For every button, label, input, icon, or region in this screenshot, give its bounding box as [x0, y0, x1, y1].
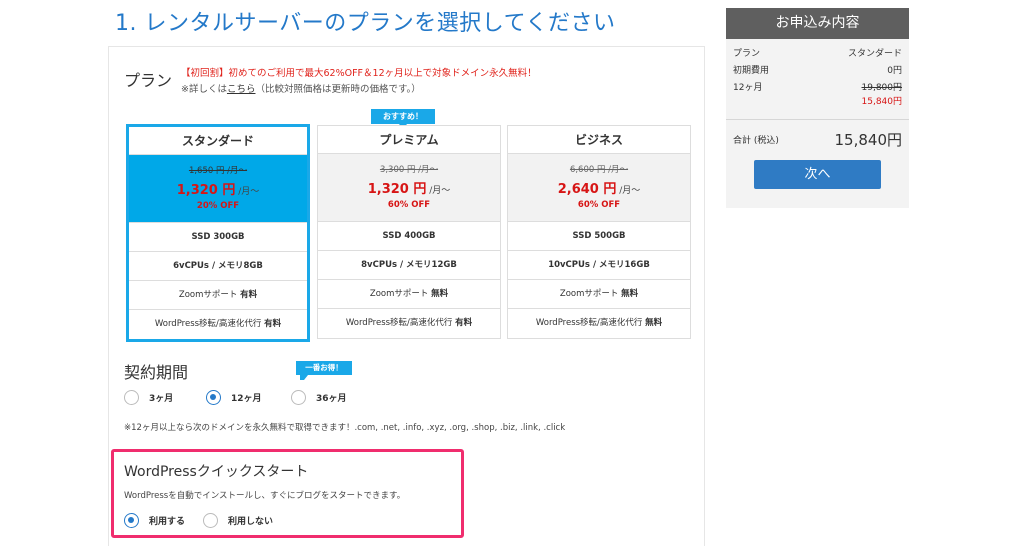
- plan-zoom: Zoomサポート 有料: [129, 281, 307, 310]
- plan-new-price: 1,320 円 /月〜: [318, 178, 500, 197]
- plan-new-price-value: 1,320 円: [367, 182, 427, 197]
- plan-zoom: Zoomサポート 無料: [318, 280, 500, 309]
- recommended-badge: おすすめ！: [371, 109, 435, 129]
- plan-cpu-value: 10vCPUs / メモリ16GB: [548, 260, 650, 270]
- plan-wp-value: 無料: [645, 318, 663, 328]
- order-term-new-price: 15,840円: [861, 97, 903, 107]
- plan-ssd: SSD 500GB: [508, 222, 690, 251]
- plan-per-month: /月〜: [235, 187, 260, 197]
- plan-wp-transfer: WordPress移転/高速化代行 無料: [508, 309, 690, 338]
- plan-discount: 20% OFF: [196, 201, 240, 211]
- order-initial-fee-row: 初期費用 0円: [726, 63, 909, 80]
- period-option-36months[interactable]: 36ヶ月: [291, 390, 347, 405]
- details-link[interactable]: こちら: [227, 84, 256, 95]
- note-suffix: （比較対照価格は更新時の価格です。）: [255, 84, 421, 95]
- plan-zoom: Zoomサポート 無料: [508, 280, 690, 309]
- order-plan-value: スタンダード: [847, 49, 902, 59]
- radio-unchecked-icon[interactable]: [124, 390, 139, 405]
- radio-unchecked-icon[interactable]: [291, 390, 306, 405]
- wp-quickstart-description: WordPressを自動でインストールし、すぐにブログをスタートできます。: [124, 491, 406, 501]
- campaign-text: 【初回割】初めてのご利用で最大62%OFF＆12ヶ月以上で対象ドメイン永久無料！: [181, 68, 537, 79]
- order-plan-row: プラン スタンダード: [726, 46, 909, 63]
- plan-zoom-value: 無料: [621, 289, 639, 299]
- plan-wp-label: WordPress移転/高速化代行: [154, 319, 265, 329]
- plan-new-price-value: 2,640 円: [557, 182, 617, 197]
- period-option-3months[interactable]: 3ヶ月: [124, 390, 173, 405]
- plan-old-price: 1,650 円 /月〜: [188, 166, 248, 176]
- order-plan-label: プラン: [733, 49, 761, 59]
- plan-new-price: 1,320 円 /月〜: [129, 179, 307, 198]
- plan-wp-label: WordPress移転/高速化代行: [345, 318, 456, 328]
- order-initial-value: 0円: [887, 66, 902, 76]
- plan-card-premium[interactable]: プレミアム 3,300 円 /月〜 1,320 円 /月〜 60% OFF SS…: [317, 125, 501, 339]
- page-title: 1. レンタルサーバーのプランを選択してください: [115, 11, 616, 36]
- plan-per-month: /月〜: [426, 186, 451, 196]
- order-summary: お申込み内容 プラン スタンダード 初期費用 0円 12ヶ月 19,800円 1…: [726, 8, 909, 208]
- radio-checked-icon[interactable]: [206, 390, 221, 405]
- plan-ssd: SSD 400GB: [318, 222, 500, 251]
- order-total-label: 合計 (税込): [733, 135, 779, 146]
- plan-new-price: 2,640 円 /月〜: [508, 178, 690, 197]
- plan-price-block: 1,650 円 /月〜 1,320 円 /月〜 20% OFF: [129, 155, 307, 223]
- plan-name: ビジネス: [508, 126, 690, 154]
- plan-cpu-value: 6vCPUs / メモリ8GB: [173, 261, 263, 271]
- plan-discount: 60% OFF: [577, 200, 621, 210]
- plan-wp-transfer: WordPress移転/高速化代行 有料: [318, 309, 500, 338]
- plan-cpu: 8vCPUs / メモリ12GB: [318, 251, 500, 280]
- plan-zoom-value: 無料: [431, 289, 449, 299]
- plan-ssd-value: SSD 300GB: [191, 232, 245, 242]
- plan-old-price: 3,300 円 /月〜: [379, 165, 439, 175]
- plan-new-price-value: 1,320 円: [176, 183, 236, 198]
- detail-note: ※詳しくはこちら（比較対照価格は更新時の価格です。）: [181, 81, 421, 95]
- order-term-label: 12ヶ月: [733, 83, 763, 93]
- plan-zoom-label: Zoomサポート: [369, 289, 432, 299]
- plan-wp-label: WordPress移転/高速化代行: [535, 318, 646, 328]
- period-section-label: 契約期間: [124, 363, 189, 382]
- radio-checked-icon[interactable]: [124, 513, 139, 528]
- plan-per-month: /月〜: [616, 186, 641, 196]
- plan-discount: 60% OFF: [387, 200, 431, 210]
- note-prefix: ※詳しくは: [181, 84, 227, 95]
- wp-option-label: 利用する: [149, 517, 186, 527]
- plan-name: プレミアム: [318, 126, 500, 154]
- radio-unchecked-icon[interactable]: [203, 513, 218, 528]
- plan-price-block: 3,300 円 /月〜 1,320 円 /月〜 60% OFF: [318, 154, 500, 222]
- plan-wp-value: 有料: [264, 319, 282, 329]
- plan-name: スタンダード: [129, 127, 307, 155]
- plan-card-standard[interactable]: スタンダード 1,650 円 /月〜 1,320 円 /月〜 20% OFF S…: [126, 124, 310, 342]
- best-value-badge: 一番お得！: [296, 361, 352, 380]
- plan-zoom-label: Zoomサポート: [559, 289, 622, 299]
- order-total-row: 合計 (税込) 15,840円: [726, 126, 909, 152]
- period-option-label: 12ヶ月: [231, 394, 262, 404]
- wp-quickstart-title: WordPressクイックスタート: [124, 464, 309, 480]
- next-button[interactable]: 次へ: [754, 160, 881, 189]
- plan-wp-value: 有料: [455, 318, 473, 328]
- plan-cpu-value: 8vCPUs / メモリ12GB: [361, 260, 457, 270]
- plan-cpu: 6vCPUs / メモリ8GB: [129, 252, 307, 281]
- plan-section-label: プラン: [124, 71, 173, 90]
- plan-zoom-label: Zoomサポート: [178, 290, 241, 300]
- plan-card-business[interactable]: ビジネス 6,600 円 /月〜 2,640 円 /月〜 60% OFF SSD…: [507, 125, 691, 339]
- plan-cpu: 10vCPUs / メモリ16GB: [508, 251, 690, 280]
- plan-old-price: 6,600 円 /月〜: [569, 165, 629, 175]
- plan-wp-transfer: WordPress移転/高速化代行 有料: [129, 310, 307, 339]
- order-divider: [726, 119, 909, 120]
- plan-ssd-value: SSD 400GB: [382, 231, 436, 241]
- order-summary-title: お申込み内容: [726, 8, 909, 39]
- period-option-label: 36ヶ月: [316, 394, 347, 404]
- wp-quickstart-use[interactable]: 利用する: [124, 513, 185, 528]
- plan-price-block: 6,600 円 /月〜 2,640 円 /月〜 60% OFF: [508, 154, 690, 222]
- plan-ssd: SSD 300GB: [129, 223, 307, 252]
- wp-option-label: 利用しない: [228, 517, 274, 527]
- free-domain-note: ※12ヶ月以上なら次のドメインを永久無料で取得できます！.com, .net, …: [124, 423, 566, 433]
- plan-ssd-value: SSD 500GB: [572, 231, 626, 241]
- plan-zoom-value: 有料: [240, 290, 258, 300]
- order-total-value: 15,840円: [834, 130, 903, 149]
- period-option-label: 3ヶ月: [149, 394, 174, 404]
- wp-quickstart-not-use[interactable]: 利用しない: [203, 513, 273, 528]
- order-initial-label: 初期費用: [733, 66, 770, 76]
- period-option-12months[interactable]: 12ヶ月: [206, 390, 262, 405]
